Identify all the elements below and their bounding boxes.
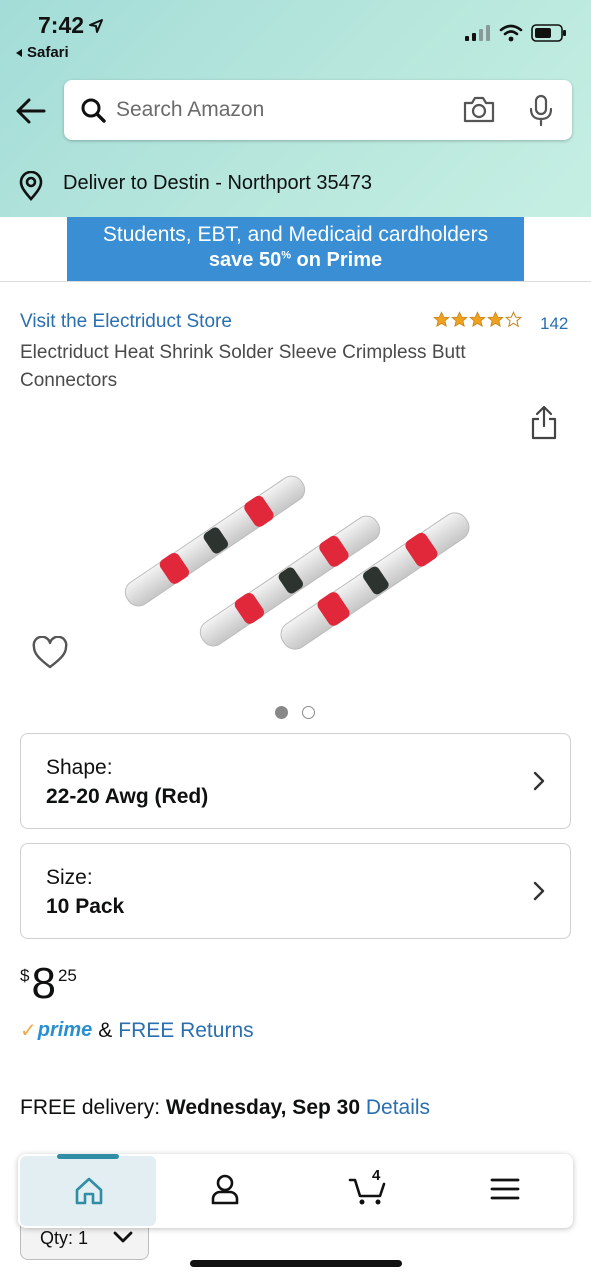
- bottom-nav: 4: [18, 1154, 573, 1228]
- chevron-right-icon: [533, 771, 545, 791]
- location-pin-icon: [19, 171, 43, 201]
- price-fraction: 25: [57, 966, 77, 985]
- account-icon[interactable]: [208, 1172, 242, 1206]
- location-arrow-icon: [89, 18, 104, 33]
- size-value: 10 Pack: [46, 895, 125, 918]
- nav-home[interactable]: [20, 1154, 156, 1226]
- star-icon: [433, 311, 450, 328]
- delivery-prefix: FREE delivery:: [20, 1096, 166, 1119]
- delivery-details-link[interactable]: Details: [366, 1096, 430, 1119]
- battery-icon: [531, 24, 566, 42]
- price-whole: 8: [31, 959, 56, 1008]
- home-icon: [75, 1177, 103, 1205]
- deliver-to-text[interactable]: Deliver to Destin - Northport 35473: [63, 172, 372, 195]
- menu-icon[interactable]: [488, 1172, 522, 1206]
- delivery-info: FREE delivery: Wednesday, Sep 30 Details: [20, 1096, 430, 1120]
- prime-ampersand: &: [98, 1018, 113, 1042]
- shape-label: Shape:: [46, 756, 113, 779]
- carousel-dot[interactable]: [302, 706, 315, 719]
- prime-promo-banner[interactable]: Students, EBT, and Medicaid cardholders …: [67, 217, 524, 281]
- heart-icon[interactable]: [32, 636, 68, 670]
- size-label: Size:: [46, 866, 93, 889]
- promo-line1: Students, EBT, and Medicaid cardholders: [102, 223, 489, 246]
- nav-active-indicator: [57, 1154, 119, 1159]
- star-empty-icon: [505, 311, 522, 328]
- star-icon: [487, 311, 504, 328]
- divider: [0, 281, 591, 282]
- back-arrow-icon[interactable]: [14, 94, 48, 128]
- carousel-dot-active[interactable]: [275, 706, 288, 719]
- promo-line2-percent: %: [281, 249, 291, 262]
- rating-count[interactable]: 142: [540, 314, 568, 334]
- prime-row: ✓ prime & FREE Returns: [20, 1018, 254, 1043]
- prime-logo: ✓ prime: [20, 1018, 92, 1043]
- home-indicator: [190, 1260, 402, 1267]
- back-to-safari[interactable]: Safari: [14, 44, 69, 61]
- price-symbol: $: [20, 966, 30, 985]
- star-icon: [469, 311, 486, 328]
- product-title: Electriduct Heat Shrink Solder Sleeve Cr…: [20, 342, 466, 391]
- promo-line2-suffix: on Prime: [290, 249, 383, 271]
- search-input[interactable]: [116, 94, 446, 126]
- status-time-text: 7:42: [38, 12, 85, 38]
- status-icons: [465, 24, 567, 42]
- chevron-down-icon: [113, 1231, 133, 1243]
- star-rating[interactable]: [433, 311, 522, 328]
- shape-selector[interactable]: Shape: 22-20 Awg (Red): [20, 733, 571, 829]
- search-bar[interactable]: [64, 80, 572, 140]
- chevron-right-icon: [533, 881, 545, 901]
- search-icon: [81, 98, 106, 123]
- image-carousel-dots: [275, 706, 315, 719]
- microphone-icon[interactable]: [528, 94, 554, 126]
- quantity-label: Qty: 1: [40, 1228, 89, 1248]
- promo-line2-prefix: save 50: [208, 249, 282, 271]
- star-icon: [451, 311, 468, 328]
- prime-check-icon: ✓: [20, 1020, 37, 1042]
- status-time: 7:42: [38, 12, 104, 39]
- cart-count: 4: [372, 1167, 381, 1184]
- store-link[interactable]: Visit the Electriduct Store: [20, 311, 232, 333]
- price: $ 8 25: [20, 962, 77, 1006]
- signal-icon: [465, 25, 490, 41]
- cart-icon[interactable]: [348, 1172, 388, 1206]
- share-icon[interactable]: [530, 404, 558, 440]
- shape-value: 22-20 Awg (Red): [46, 785, 209, 808]
- size-selector[interactable]: Size: 10 Pack: [20, 843, 571, 939]
- wifi-icon: [499, 24, 523, 42]
- free-returns-link[interactable]: FREE Returns: [118, 1019, 253, 1043]
- product-image[interactable]: [100, 396, 490, 686]
- prime-logo-text: prime: [37, 1019, 93, 1041]
- back-triangle-icon: [16, 48, 22, 57]
- back-app-label: Safari: [27, 44, 69, 61]
- app-header: 7:42 Safari Search Amazon Deliver to Des…: [0, 0, 591, 217]
- promo-line2: save 50% on Prime: [67, 249, 524, 272]
- delivery-date: Wednesday, Sep 30: [165, 1096, 361, 1119]
- camera-icon[interactable]: [462, 94, 496, 124]
